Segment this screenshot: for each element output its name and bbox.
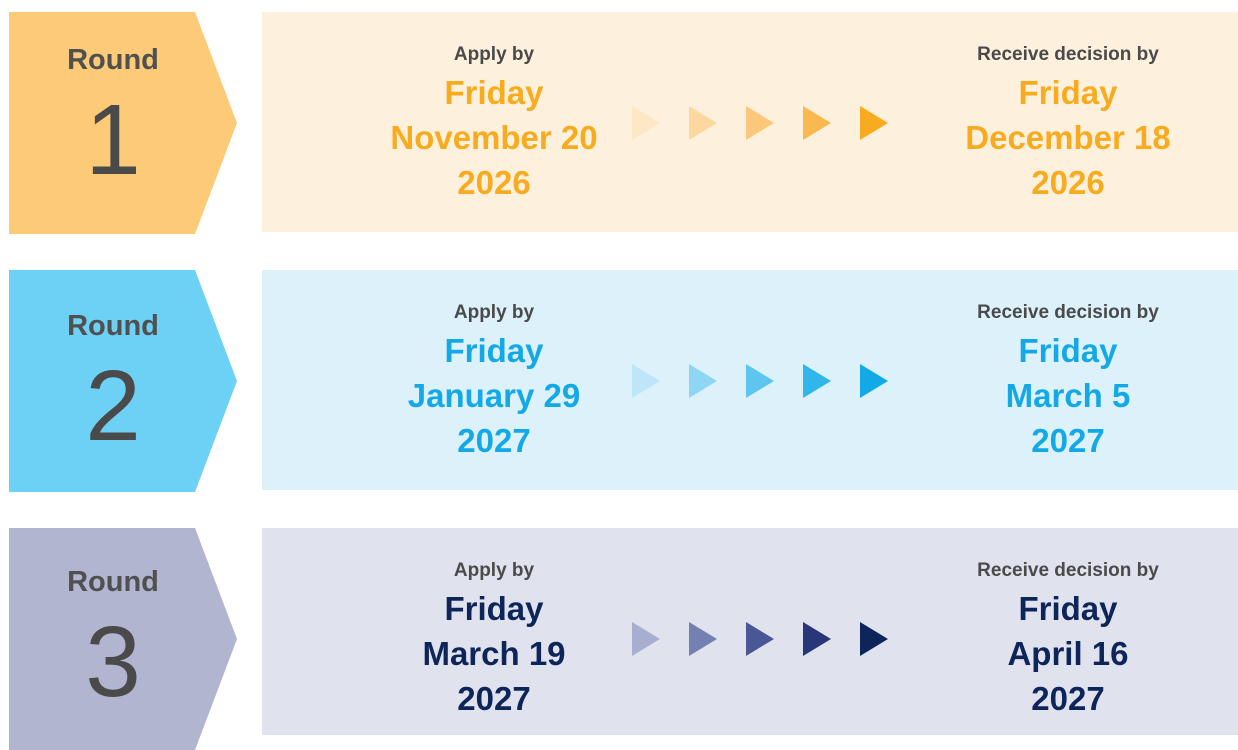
arrow-4-icon xyxy=(803,364,831,398)
arrow-3-icon xyxy=(746,364,774,398)
decision-by-block: Receive decision by Friday December 18 2… xyxy=(930,40,1206,205)
decision-day: Friday xyxy=(1018,74,1118,111)
decision-year: 2026 xyxy=(1031,164,1105,201)
round-row-1: Round 1 Apply by Friday November 20 2026… xyxy=(0,12,1238,234)
round-panel: Apply by Friday March 19 2027 Receive de… xyxy=(262,528,1238,735)
apply-by-block: Apply by Friday November 20 2026 xyxy=(384,40,604,205)
decision-by-block: Receive decision by Friday April 16 2027 xyxy=(930,556,1206,721)
round-label: Round xyxy=(67,310,159,342)
apply-by-block: Apply by Friday January 29 2027 xyxy=(384,298,604,463)
apply-day: Friday xyxy=(444,590,544,627)
decision-day: Friday xyxy=(1018,332,1118,369)
arrow-4-icon xyxy=(803,106,831,140)
round-panel: Apply by Friday November 20 2026 Receive… xyxy=(262,12,1238,232)
round-row-2: Round 2 Apply by Friday January 29 2027 … xyxy=(0,270,1238,492)
round-panel: Apply by Friday January 29 2027 Receive … xyxy=(262,270,1238,490)
round-number: 3 xyxy=(85,606,141,718)
arrow-5-icon xyxy=(860,106,888,140)
apply-by-block: Apply by Friday March 19 2027 xyxy=(384,556,604,721)
decision-by-label: Receive decision by xyxy=(977,302,1159,323)
apply-day: Friday xyxy=(444,74,544,111)
round-badge: Round 1 xyxy=(9,12,237,234)
decision-date: March 5 xyxy=(1005,377,1131,414)
arrow-1-icon xyxy=(632,364,660,398)
apply-date: March 19 xyxy=(422,635,566,672)
apply-by-label: Apply by xyxy=(453,44,535,65)
apply-by-label: Apply by xyxy=(453,302,535,323)
arrow-2-icon xyxy=(689,622,717,656)
apply-year: 2027 xyxy=(457,680,531,717)
decision-year: 2027 xyxy=(1031,422,1105,459)
round-row-3: Round 3 Apply by Friday March 19 2027 Re… xyxy=(0,528,1238,750)
decision-year: 2027 xyxy=(1031,680,1105,717)
apply-year: 2027 xyxy=(457,422,531,459)
apply-by-label: Apply by xyxy=(453,560,535,581)
round-number: 2 xyxy=(85,350,141,462)
arrow-4-icon xyxy=(803,622,831,656)
progress-arrows xyxy=(632,622,888,656)
arrow-2-icon xyxy=(689,106,717,140)
apply-date: November 20 xyxy=(390,119,598,156)
decision-by-label: Receive decision by xyxy=(977,560,1159,581)
round-badge: Round 2 xyxy=(9,270,237,492)
arrow-3-icon xyxy=(746,106,774,140)
progress-arrows xyxy=(632,106,888,140)
arrow-1-icon xyxy=(632,622,660,656)
round-number: 1 xyxy=(85,84,141,196)
arrow-3-icon xyxy=(746,622,774,656)
apply-day: Friday xyxy=(444,332,544,369)
decision-date: April 16 xyxy=(1007,635,1129,672)
apply-year: 2026 xyxy=(457,164,531,201)
decision-day: Friday xyxy=(1018,590,1118,627)
round-label: Round xyxy=(67,566,159,598)
arrow-5-icon xyxy=(860,364,888,398)
round-badge: Round 3 xyxy=(9,528,237,750)
arrow-5-icon xyxy=(860,622,888,656)
arrow-1-icon xyxy=(632,106,660,140)
decision-by-label: Receive decision by xyxy=(977,44,1159,65)
decision-by-block: Receive decision by Friday March 5 2027 xyxy=(930,298,1206,463)
progress-arrows xyxy=(632,364,888,398)
apply-date: January 29 xyxy=(407,377,581,414)
round-label: Round xyxy=(67,44,159,76)
arrow-2-icon xyxy=(689,364,717,398)
decision-date: December 18 xyxy=(965,119,1171,156)
